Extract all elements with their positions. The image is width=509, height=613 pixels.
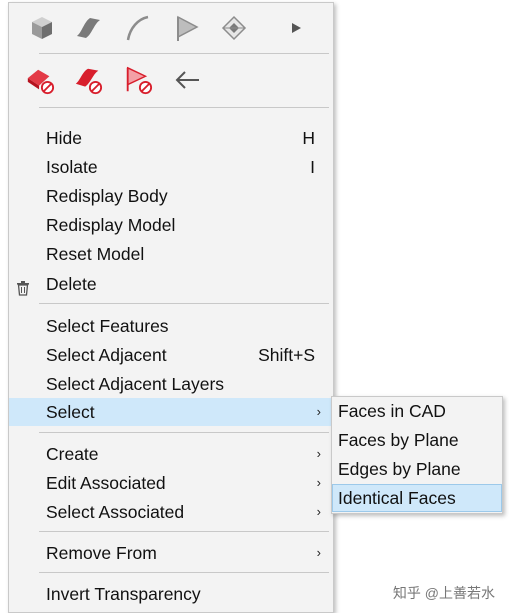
menu-separator-2	[39, 432, 329, 433]
face-wireframe-icon[interactable]	[219, 13, 249, 43]
submenu-arrow-icon: ›	[316, 475, 321, 490]
curve-icon[interactable]	[123, 13, 153, 43]
submenu-item-label: Faces by Plane	[338, 430, 459, 450]
delete-flag-icon[interactable]	[123, 65, 153, 95]
menu-item-redisplay-model[interactable]: Redisplay Model	[9, 211, 331, 239]
menu-item-label: Hide	[46, 128, 82, 148]
submenu-item-label: Identical Faces	[338, 488, 456, 508]
menu-item-reset-model[interactable]: Reset Model	[9, 240, 331, 268]
watermark: 知乎 @上善若水	[392, 585, 495, 601]
menu-item-label: Edit Associated	[46, 473, 166, 493]
menu-item-label: Select Associated	[46, 502, 185, 522]
menu-item-label: Remove From	[46, 543, 157, 563]
surface-icon[interactable]	[73, 13, 103, 43]
menu-item-select-associated[interactable]: Select Associated ›	[9, 498, 331, 526]
submenu-item-identical-faces[interactable]: Identical Faces	[332, 484, 502, 512]
menu-item-label: Reset Model	[46, 244, 145, 264]
menu-item-select-adjacent[interactable]: Select Adjacent Shift+S	[9, 341, 331, 369]
delete-surface-icon[interactable]	[73, 65, 103, 95]
menu-item-label: Select Features	[46, 316, 169, 336]
menu-item-label: Redisplay Body	[46, 186, 168, 206]
back-arrow-icon[interactable]	[173, 65, 203, 95]
toolbar-row-1	[9, 9, 331, 49]
submenu-item-faces-in-cad[interactable]: Faces in CAD	[332, 397, 502, 425]
menu-item-label: Select Adjacent	[46, 345, 167, 365]
menu-item-delete[interactable]: Delete	[9, 270, 331, 298]
submenu-item-label: Edges by Plane	[338, 459, 461, 479]
menu-item-label: Isolate	[46, 157, 98, 177]
menu-item-shortcut: H	[302, 128, 315, 148]
menu-item-remove-from[interactable]: Remove From ›	[9, 539, 331, 567]
menu-item-select-adjacent-layers[interactable]: Select Adjacent Layers	[9, 370, 331, 398]
submenu-arrow-icon: ›	[316, 545, 321, 560]
menu-item-edit-associated[interactable]: Edit Associated ›	[9, 469, 331, 497]
delete-solid-icon[interactable]	[25, 65, 55, 95]
menu-item-select-features[interactable]: Select Features	[9, 312, 331, 340]
menu-separator-1	[39, 303, 329, 304]
toolbar-separator-2	[39, 107, 329, 108]
menu-separator-4	[39, 572, 329, 573]
flag-icon[interactable]	[171, 13, 201, 43]
context-menu: Hide H Isolate I Redisplay Body Redispla…	[8, 2, 334, 613]
menu-separator-3	[39, 531, 329, 532]
toolbar-row-2	[9, 63, 331, 103]
menu-item-invert-transparency[interactable]: Invert Transparency	[9, 580, 331, 608]
menu-item-label: Select Adjacent Layers	[46, 374, 225, 394]
submenu-item-edges-by-plane[interactable]: Edges by Plane	[332, 455, 502, 483]
menu-item-label: Invert Transparency	[46, 584, 201, 604]
menu-item-label: Create	[46, 444, 99, 464]
more-arrow-icon[interactable]	[281, 13, 311, 43]
menu-item-isolate[interactable]: Isolate I	[9, 153, 331, 181]
menu-item-select[interactable]: Select ›	[9, 398, 331, 426]
submenu-item-faces-by-plane[interactable]: Faces by Plane	[332, 426, 502, 454]
toolbar-separator-1	[39, 53, 329, 54]
menu-item-label: Select	[46, 402, 95, 422]
submenu-arrow-icon: ›	[316, 446, 321, 461]
submenu-item-label: Faces in CAD	[338, 401, 446, 421]
trash-icon	[15, 276, 31, 296]
menu-item-create[interactable]: Create ›	[9, 440, 331, 468]
menu-item-shortcut: I	[310, 157, 315, 177]
solid-cube-icon[interactable]	[27, 13, 57, 43]
menu-item-hide[interactable]: Hide H	[9, 124, 331, 152]
submenu-arrow-icon: ›	[316, 504, 321, 519]
menu-item-redisplay-body[interactable]: Redisplay Body	[9, 182, 331, 210]
select-submenu: Faces in CAD Faces by Plane Edges by Pla…	[331, 396, 503, 514]
submenu-arrow-icon: ›	[316, 404, 321, 419]
menu-item-label: Delete	[46, 274, 97, 294]
menu-item-label: Redisplay Model	[46, 215, 176, 235]
menu-item-shortcut: Shift+S	[258, 345, 315, 365]
